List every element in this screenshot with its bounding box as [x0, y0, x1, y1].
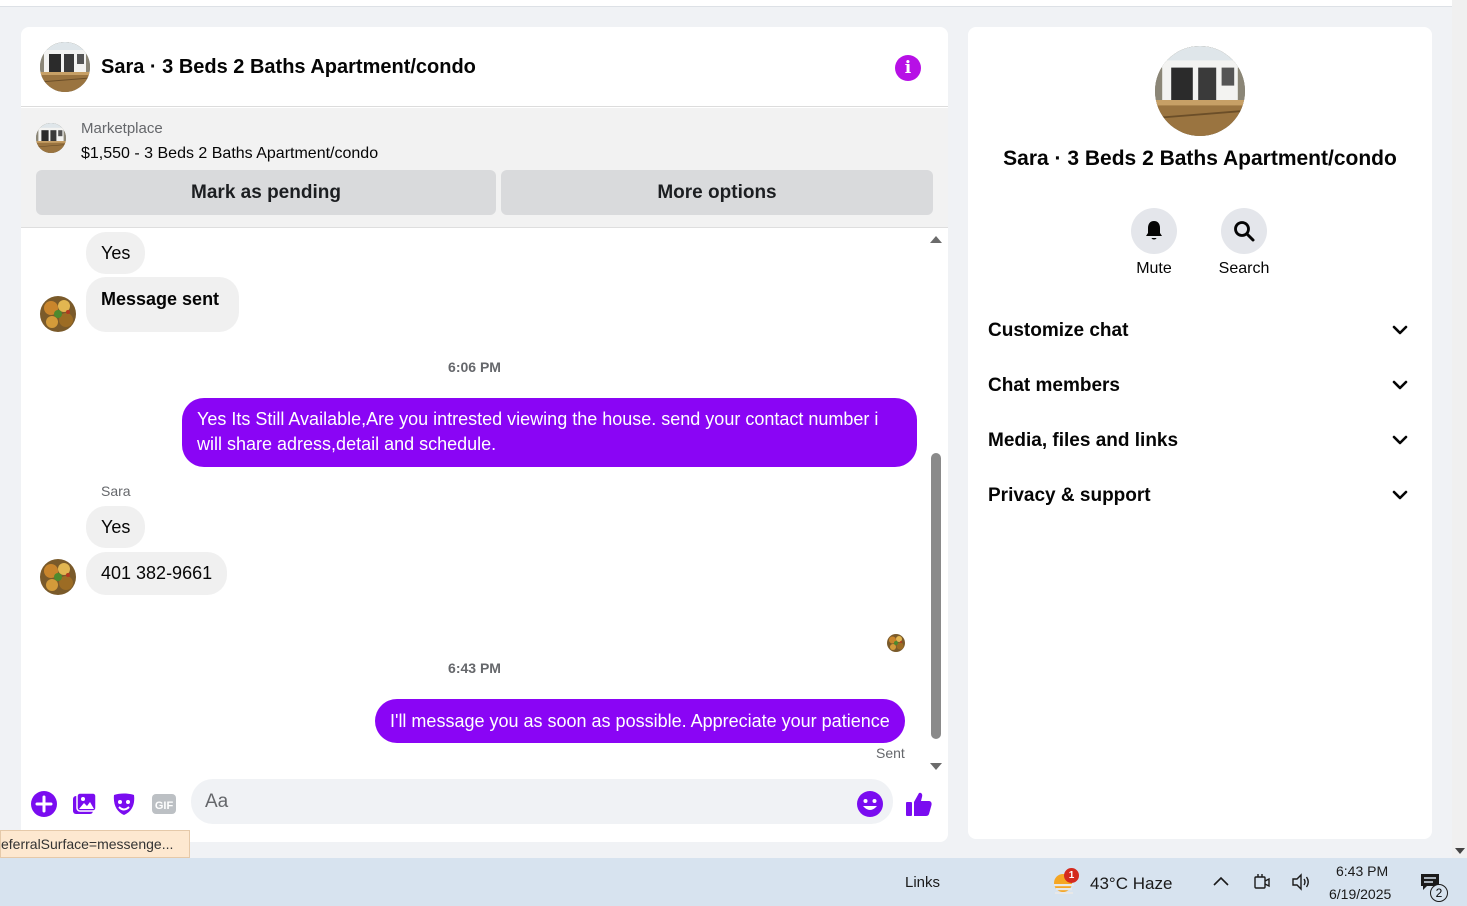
weather-alert-badge: 1	[1064, 868, 1079, 883]
chevron-down-icon	[1388, 318, 1412, 342]
plus-circle-icon[interactable]	[29, 789, 59, 819]
notification-count-badge: 2	[1430, 884, 1448, 902]
clock-time[interactable]: 6:43 PM	[1336, 863, 1388, 879]
meet-now-icon[interactable]	[1251, 871, 1273, 893]
listing-thumbnail[interactable]	[36, 123, 66, 153]
chat-info-panel: Sara · 3 Beds 2 Baths Apartment/condo Mu…	[968, 27, 1432, 839]
chevron-down-icon	[1388, 373, 1412, 397]
section-label: Media, files and links	[988, 430, 1179, 451]
message-timestamp: 6:43 PM	[448, 660, 501, 676]
message-bubble-incoming[interactable]: 401 382-9661	[86, 552, 228, 595]
search-icon	[1234, 221, 1255, 242]
section-label: Customize chat	[988, 320, 1129, 341]
search-button[interactable]	[1221, 208, 1267, 254]
chat-title[interactable]: Sara · 3 Beds 2 Baths Apartment/condo	[101, 56, 476, 79]
links-toolbar[interactable]: Links	[905, 874, 940, 891]
contact-avatar[interactable]	[40, 559, 76, 595]
chevron-down-icon	[1388, 428, 1412, 452]
contact-avatar[interactable]	[40, 296, 76, 332]
sender-name: Sara	[101, 483, 131, 499]
message-input[interactable]	[191, 779, 893, 824]
listing-avatar[interactable]	[40, 42, 90, 92]
read-receipt-avatar	[887, 634, 905, 652]
message-list: Yes Message sent 6:06 PM Yes Its Still A…	[21, 229, 948, 772]
window-top-edge	[0, 0, 1452, 7]
section-label: Chat members	[988, 375, 1120, 396]
message-bubble-outgoing[interactable]: I'll message you as soon as possible. Ap…	[375, 699, 905, 743]
profile-avatar[interactable]	[1155, 46, 1245, 136]
mute-button[interactable]	[1131, 208, 1177, 254]
bell-icon	[1146, 221, 1162, 240]
scrollbar-thumb[interactable]	[931, 453, 941, 739]
section-label: Privacy & support	[988, 485, 1151, 506]
photo-icon[interactable]	[69, 789, 99, 819]
page-scrollbar[interactable]	[1452, 0, 1467, 858]
search-label: Search	[1218, 260, 1270, 277]
message-bubble-incoming[interactable]: Message sent	[86, 277, 240, 332]
scroll-down-arrow-icon[interactable]	[930, 763, 942, 770]
section-chat-members[interactable]: Chat members	[988, 365, 1412, 405]
marketplace-listing-bar: Marketplace $1,550 - 3 Beds 2 Baths Apar…	[21, 108, 948, 228]
section-customize-chat[interactable]: Customize chat	[988, 310, 1412, 350]
emoji-icon[interactable]	[855, 789, 885, 819]
sticker-icon[interactable]	[109, 789, 139, 819]
scroll-up-arrow-icon[interactable]	[930, 236, 942, 243]
section-privacy-support[interactable]: Privacy & support	[988, 475, 1412, 515]
scroll-down-arrow-icon[interactable]	[1455, 848, 1465, 854]
chat-header: Sara · 3 Beds 2 Baths Apartment/condo i	[21, 27, 948, 107]
message-bubble-incoming[interactable]: Yes	[86, 506, 146, 548]
message-timestamp: 6:06 PM	[448, 359, 501, 375]
info-icon[interactable]: i	[895, 55, 921, 81]
message-scrollbar[interactable]	[929, 229, 943, 772]
section-media-files-links[interactable]: Media, files and links	[988, 420, 1412, 460]
message-bubble-outgoing[interactable]: Yes Its Still Available,Are you intreste…	[182, 398, 917, 467]
chevron-up-icon[interactable]	[1210, 871, 1232, 893]
listing-title[interactable]: $1,550 - 3 Beds 2 Baths Apartment/condo	[81, 145, 378, 163]
thumbs-up-icon[interactable]	[904, 789, 934, 819]
gif-label: GIF	[155, 800, 174, 812]
weather-text[interactable]: 43°C Haze	[1090, 874, 1172, 894]
status-bar-url: eferralSurface=messenge...	[0, 830, 190, 858]
clock-date[interactable]: 6/19/2025	[1329, 886, 1391, 902]
profile-name: Sara · 3 Beds 2 Baths Apartment/condo	[1003, 147, 1397, 170]
more-options-button[interactable]: More options	[501, 170, 933, 215]
message-bubble-incoming[interactable]: Yes	[86, 232, 146, 274]
volume-icon[interactable]	[1290, 871, 1312, 893]
mute-label: Mute	[1136, 260, 1172, 277]
gif-icon[interactable]: GIF	[149, 789, 179, 819]
mark-as-pending-button[interactable]: Mark as pending	[36, 170, 496, 215]
chevron-down-icon	[1388, 483, 1412, 507]
conversation-panel: Sara · 3 Beds 2 Baths Apartment/condo i …	[21, 27, 948, 842]
windows-taskbar: Links 1 43°C Haze 6:43 PM 6/19/2025 2	[0, 858, 1467, 906]
marketplace-label: Marketplace	[81, 120, 163, 137]
delivery-status: Sent	[876, 745, 905, 761]
